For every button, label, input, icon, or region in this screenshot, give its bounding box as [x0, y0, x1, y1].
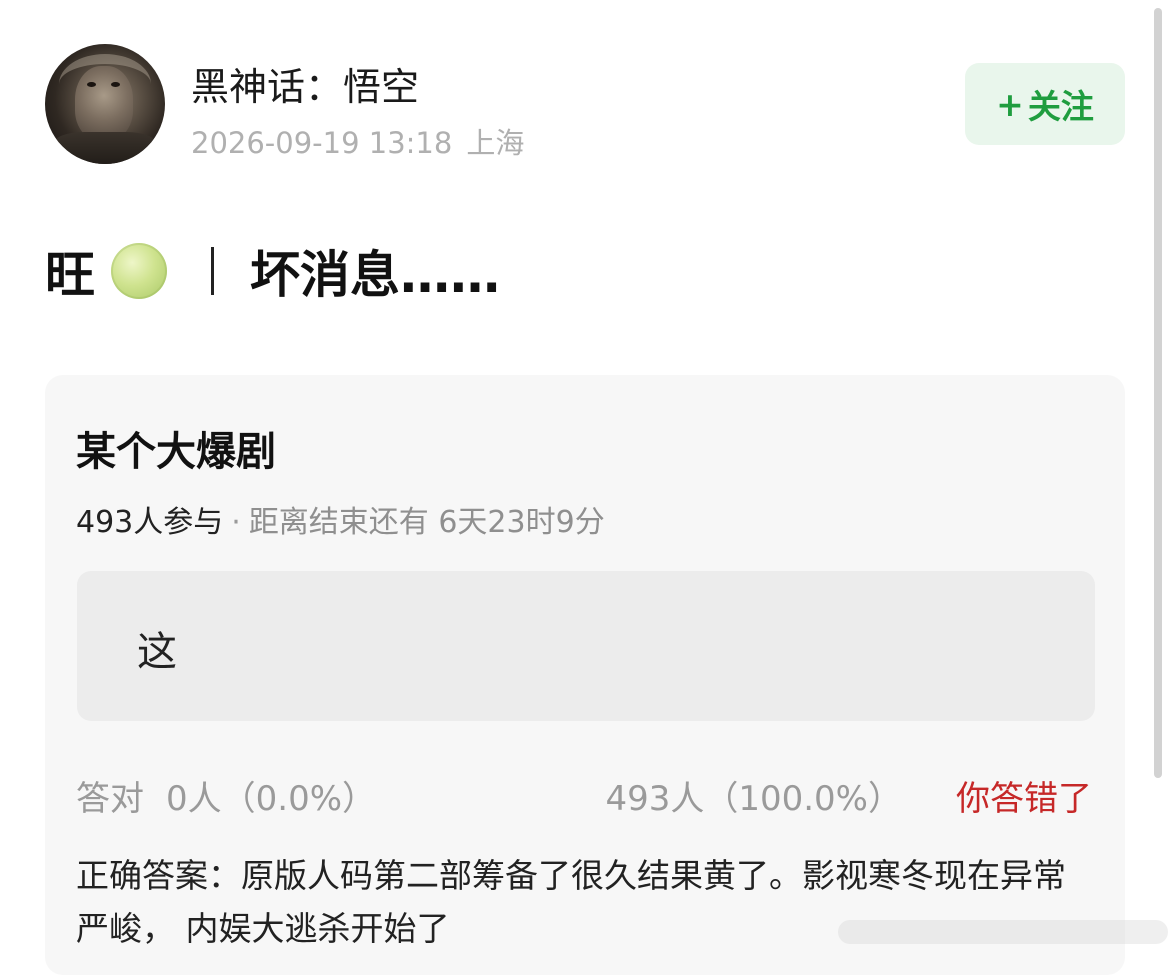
title-prefix: 旺	[45, 246, 95, 304]
post-header: 黑神话：悟空 2026-09-19 13:18 上海 + 关注	[45, 44, 1125, 164]
quiz-participants: 493人参与	[76, 505, 224, 540]
avatar-eye-right	[111, 82, 120, 87]
correct-label: 答对	[76, 779, 144, 819]
scrollbar[interactable]	[1154, 8, 1162, 778]
title-divider	[211, 247, 214, 295]
follow-label: 关注	[1027, 87, 1094, 126]
plus-icon: +	[996, 84, 1024, 124]
watermark-pill	[838, 920, 1168, 944]
quiz-stats: 答对 0人（0.0%） 493人（100.0%） 你答错了	[76, 771, 1092, 819]
correct-count: 0人（0.0%）	[166, 779, 377, 819]
wrong-count: 493人（100.0%）	[605, 779, 902, 819]
quiz-option[interactable]: 这	[77, 571, 1095, 721]
quiz-card: 某个大爆剧 493人参与 · 距离结束还有 6天23时9分 这 答对 0人（0.0%）…	[45, 375, 1125, 975]
watermark	[838, 920, 1168, 944]
quiz-option-text: 这	[137, 629, 177, 675]
wrong-answer-label: 你答错了	[956, 779, 1092, 819]
quiz-title: 某个大爆剧	[76, 429, 276, 475]
avatar-eye-left	[87, 82, 96, 87]
quiz-meta-separator: ·	[231, 505, 241, 540]
author-avatar[interactable]	[45, 44, 165, 164]
quiz-meta: 493人参与 · 距离结束还有 6天23时9分	[76, 497, 605, 541]
post-title: 旺 坏消息……	[45, 236, 500, 306]
post-meta: 2026-09-19 13:18 上海	[191, 120, 524, 162]
quiz-deadline: 距离结束还有 6天23时9分	[248, 505, 605, 540]
post-location: 上海	[466, 126, 525, 160]
title-text: 坏消息……	[250, 246, 500, 304]
avatar-armor	[53, 132, 157, 164]
post-timestamp: 2026-09-19 13:18	[191, 126, 453, 160]
avatar-face	[75, 66, 133, 140]
follow-button[interactable]: + 关注	[965, 63, 1125, 145]
melon-icon	[111, 243, 167, 299]
author-name[interactable]: 黑神话：悟空	[191, 56, 419, 111]
